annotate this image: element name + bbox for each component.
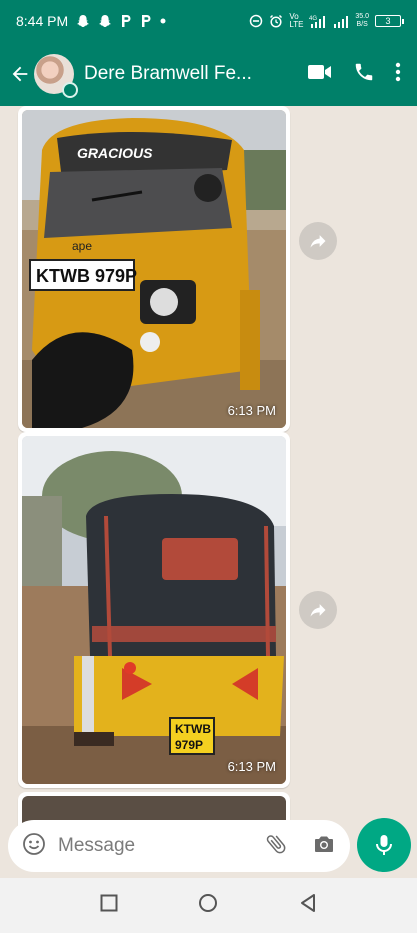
tuk-tuk-front-photo[interactable]: GRACIOUS KTWB 979P ape 6:13 PM xyxy=(22,110,286,428)
battery-icon: 3 xyxy=(375,15,404,27)
arrow-left-icon[interactable] xyxy=(8,62,32,86)
snapchat-notification-icon xyxy=(98,14,112,28)
tuk-tuk-rear-photo[interactable]: KTWB 979P 6:13 PM xyxy=(22,436,286,784)
recents-icon[interactable] xyxy=(100,894,118,917)
network-speed-value: 35.0 xyxy=(355,13,369,20)
svg-text:KTWB 979P: KTWB 979P xyxy=(36,266,137,286)
status-ring-icon xyxy=(62,82,78,98)
svg-text:979P: 979P xyxy=(175,738,203,752)
status-bar: 8:44 PM Vo LTE 4G 35.0 B/S 3 xyxy=(0,0,417,42)
more-vert-icon[interactable] xyxy=(395,61,401,88)
chat-area[interactable]: GRACIOUS KTWB 979P ape 6:13 PM KTWB 979P… xyxy=(0,106,417,876)
emoji-icon[interactable] xyxy=(22,832,46,861)
p-app-notification-icon xyxy=(120,14,132,28)
avatar[interactable] xyxy=(34,54,78,98)
forward-icon[interactable] xyxy=(299,591,337,629)
dot-icon xyxy=(160,18,166,24)
chat-header: Dere Bramwell Fe... xyxy=(0,42,417,106)
dnd-icon xyxy=(249,14,263,28)
p-app-notification-icon xyxy=(140,14,152,28)
video-camera-icon[interactable] xyxy=(307,62,333,87)
status-time: 8:44 PM xyxy=(16,13,69,29)
camera-icon[interactable] xyxy=(312,832,336,861)
message-time: 6:13 PM xyxy=(227,759,276,774)
contact-name[interactable]: Dere Bramwell Fe... xyxy=(84,63,269,85)
microphone-icon[interactable] xyxy=(357,818,411,872)
forward-icon[interactable] xyxy=(299,222,337,260)
alarm-icon xyxy=(269,14,283,28)
message-input[interactable] xyxy=(58,835,238,857)
svg-text:ape: ape xyxy=(72,239,92,253)
svg-text:4G: 4G xyxy=(309,16,317,22)
system-nav-bar xyxy=(0,878,417,933)
svg-text:GRACIOUS: GRACIOUS xyxy=(77,145,153,161)
message-composer xyxy=(0,816,417,878)
message-input-container[interactable] xyxy=(8,820,350,872)
image-message[interactable]: GRACIOUS KTWB 979P ape 6:13 PM xyxy=(18,106,290,432)
back-nav-icon[interactable] xyxy=(299,893,317,918)
paperclip-icon[interactable] xyxy=(264,832,288,861)
network-speed: 35.0 B/S xyxy=(355,13,369,29)
image-message[interactable]: KTWB 979P 6:13 PM xyxy=(18,432,290,788)
message-time: 6:13 PM xyxy=(227,403,276,418)
snapchat-notification-icon xyxy=(76,14,90,28)
svg-text:KTWB: KTWB xyxy=(175,722,211,736)
signal-4g-icon: 4G xyxy=(309,14,327,28)
signal-icon xyxy=(333,14,349,28)
battery-level: 3 xyxy=(385,16,391,26)
home-icon[interactable] xyxy=(198,893,218,918)
volte-label: Vo LTE xyxy=(289,12,304,29)
network-speed-unit: B/S xyxy=(356,21,368,28)
phone-icon[interactable] xyxy=(353,61,375,88)
